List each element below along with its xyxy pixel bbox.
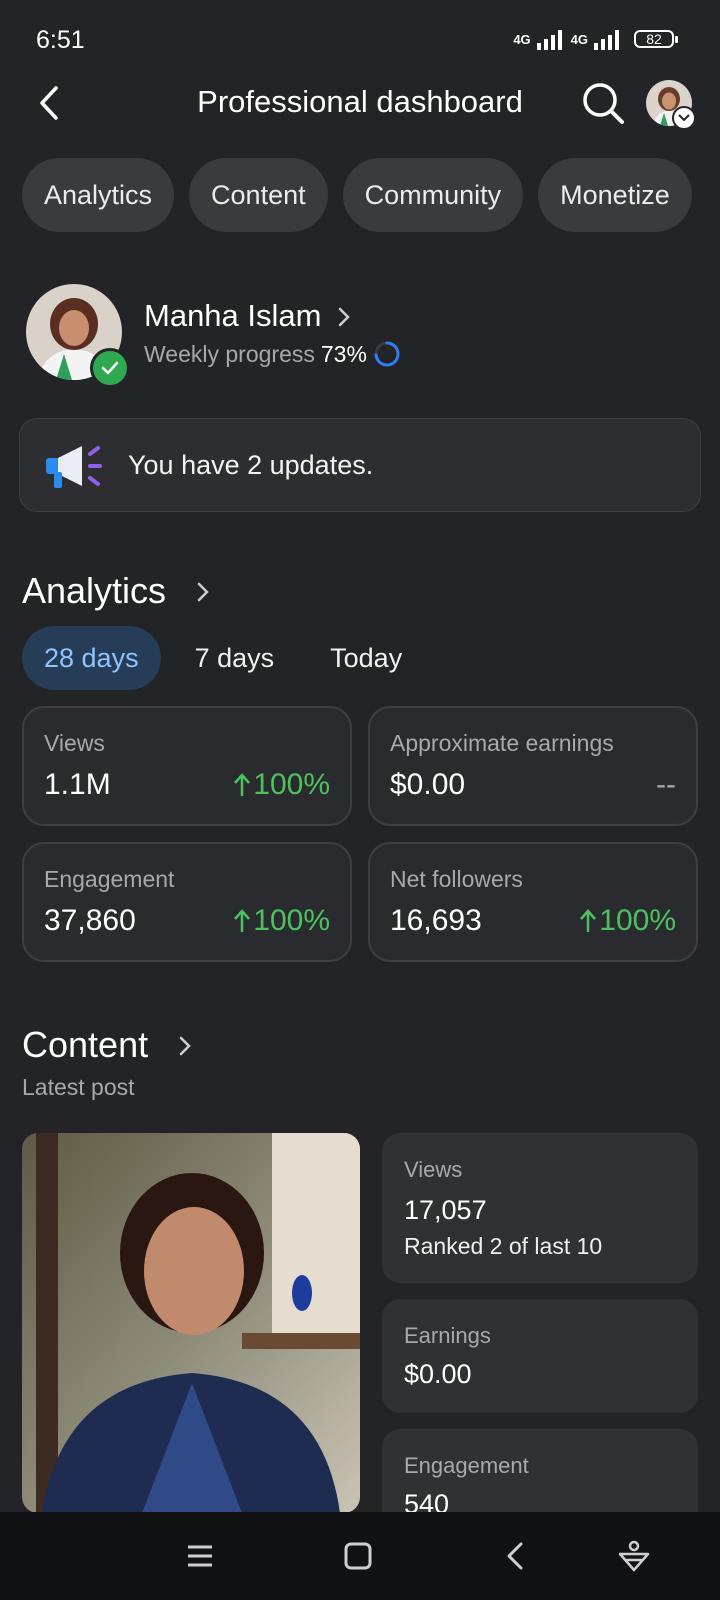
search-icon[interactable] <box>580 80 626 126</box>
range-28-days[interactable]: 28 days <box>22 626 161 690</box>
stat-card-net-followers[interactable]: Net followers 16,693 100% <box>368 842 698 962</box>
stat-value: $0.00 <box>390 768 466 801</box>
progress-ring-icon <box>374 341 400 367</box>
stat-label: Engagement <box>44 866 175 892</box>
system-nav-bar <box>0 1512 720 1600</box>
post-views-card[interactable]: Views 17,057 Ranked 2 of last 10 <box>382 1133 698 1283</box>
updates-text: You have 2 updates. <box>128 450 374 480</box>
account-switch-chevron-icon[interactable] <box>672 106 696 130</box>
stat-value: 37,860 <box>44 904 136 937</box>
stat-label: Net followers <box>390 866 523 892</box>
analytics-heading[interactable]: Analytics <box>22 570 166 612</box>
arrow-up-icon <box>580 909 597 932</box>
range-7-days[interactable]: 7 days <box>173 626 297 690</box>
tab-community[interactable]: Community <box>342 158 524 232</box>
chevron-right-icon[interactable] <box>196 580 210 604</box>
signal-icon <box>536 30 562 50</box>
stat-change-value: 100% <box>253 904 330 937</box>
signal-icon-2 <box>594 30 619 50</box>
progress-label: Weekly progress <box>144 340 315 367</box>
weekly-progress: Weekly progress 73% <box>144 340 401 368</box>
content-subtitle: Latest post <box>22 1074 135 1100</box>
post-rank-note: Ranked 2 of last 10 <box>404 1233 603 1259</box>
stat-change-value: -- <box>656 768 676 801</box>
home-square-icon[interactable] <box>338 1536 378 1576</box>
post-stat-value: 17,057 <box>404 1195 487 1225</box>
arrow-up-icon <box>234 773 251 796</box>
post-photo <box>22 1133 360 1513</box>
dashboard-tabs: Analytics Content Community Monetize <box>22 158 692 232</box>
megaphone-icon <box>46 446 102 488</box>
post-stat-label: Earnings <box>404 1323 491 1348</box>
tab-monetize[interactable]: Monetize <box>538 158 692 232</box>
progress-value: 73% <box>320 340 367 367</box>
verified-check-icon <box>90 348 130 388</box>
back-nav-icon[interactable] <box>496 1536 536 1576</box>
range-today[interactable]: Today <box>308 626 424 690</box>
stat-change: 100% <box>579 904 676 938</box>
latest-post-thumbnail[interactable] <box>22 1133 360 1513</box>
stat-label: Views <box>44 730 105 756</box>
stat-label: Approximate earnings <box>390 730 614 756</box>
arrow-up-icon <box>234 909 251 932</box>
assistant-icon[interactable] <box>614 1536 654 1576</box>
chevron-right-icon[interactable] <box>336 304 352 330</box>
stat-value: 1.1M <box>44 768 111 801</box>
stat-card-engagement[interactable]: Engagement 37,860 100% <box>22 842 352 962</box>
content-heading[interactable]: Content <box>22 1024 148 1066</box>
stat-value: 16,693 <box>390 904 482 937</box>
network-type-1: 4G <box>513 31 531 47</box>
stat-change: 100% <box>233 904 330 938</box>
stat-change-value: 100% <box>599 904 676 937</box>
post-stat-value: $0.00 <box>404 1359 472 1389</box>
post-stat-label: Engagement <box>404 1453 529 1478</box>
stat-card-earnings[interactable]: Approximate earnings $0.00 -- <box>368 706 698 826</box>
status-icons: 4G 4G 82 <box>513 28 678 50</box>
menu-icon[interactable] <box>180 1536 220 1576</box>
stat-change: 100% <box>233 768 330 802</box>
post-stat-label: Views <box>404 1157 463 1182</box>
chevron-right-icon[interactable] <box>178 1034 192 1058</box>
tab-analytics[interactable]: Analytics <box>22 158 175 232</box>
stat-card-views[interactable]: Views 1.1M 100% <box>22 706 352 826</box>
battery-icon: 82 <box>634 30 678 48</box>
network-type-2: 4G <box>570 31 588 47</box>
profile-name[interactable]: Manha Islam <box>144 298 321 334</box>
tab-content[interactable]: Content <box>189 158 328 232</box>
status-time: 6:51 <box>36 26 85 54</box>
stat-change-value: 100% <box>253 768 330 801</box>
date-range-selector: 28 days 7 days Today <box>22 626 424 690</box>
post-earnings-card[interactable]: Earnings $0.00 <box>382 1299 698 1413</box>
